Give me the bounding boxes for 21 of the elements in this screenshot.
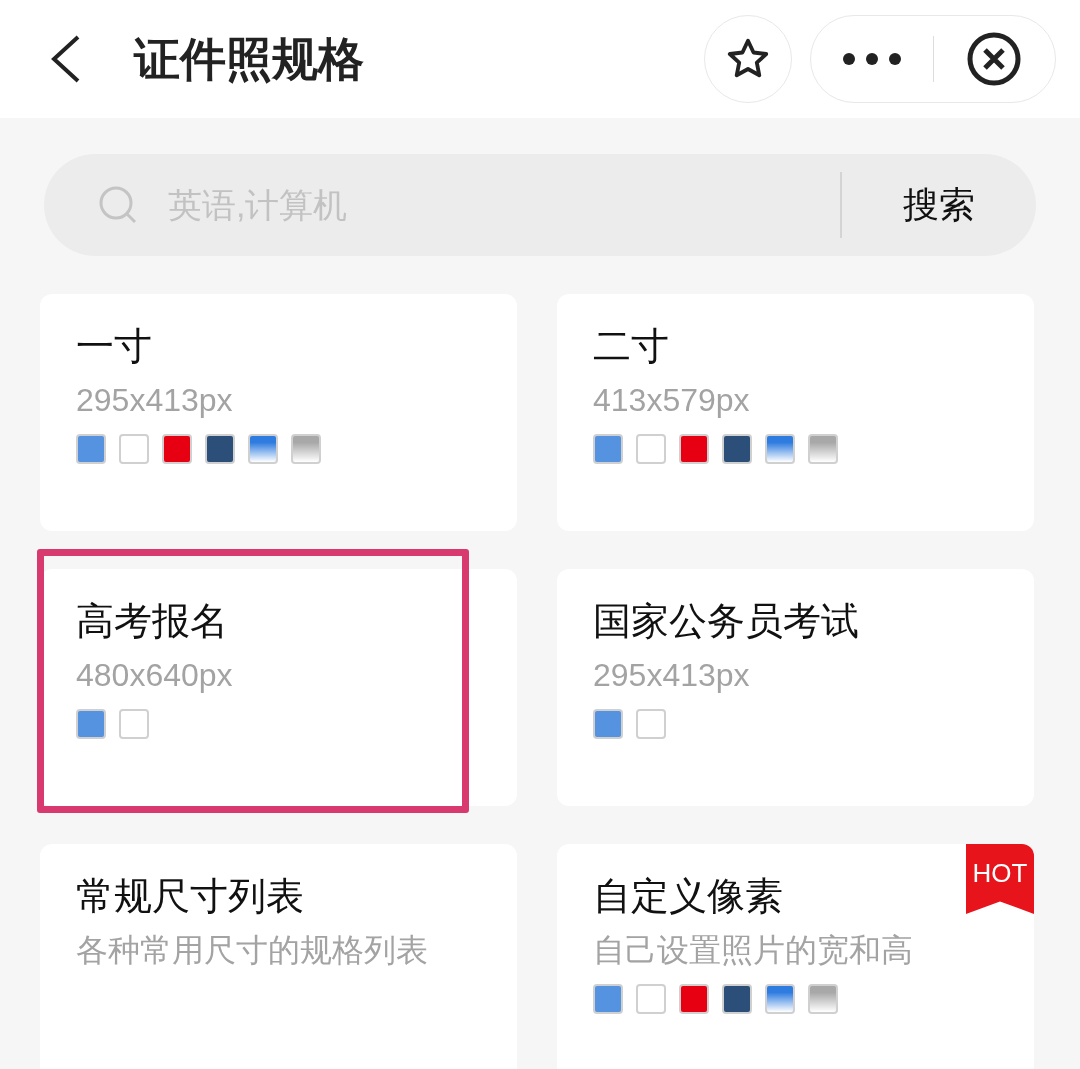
card-subtitle: 480x640px bbox=[76, 656, 234, 695]
page-title: 证件照规格 bbox=[134, 31, 364, 87]
card-subtitle: 自己设置照片的宽和高 bbox=[593, 931, 914, 970]
card-title: 常规尺寸列表 bbox=[76, 874, 305, 919]
card-subtitle: 295x413px bbox=[593, 656, 751, 695]
card-subtitle: 295x413px bbox=[76, 381, 234, 420]
search-button[interactable]: 搜索 bbox=[842, 178, 1036, 232]
size-card[interactable]: 二寸 413x579px bbox=[557, 294, 1034, 531]
card-subtitle: 各种常用尺寸的规格列表 bbox=[76, 931, 429, 970]
hot-ribbon: HOT bbox=[966, 844, 1034, 914]
card-title: 高考报名 bbox=[76, 599, 229, 644]
close-icon bbox=[966, 31, 1023, 87]
card-subtitle: 413x579px bbox=[593, 381, 751, 420]
more-icon bbox=[841, 52, 902, 66]
size-card[interactable]: 常规尺寸列表 各种常用尺寸的规格列表 bbox=[40, 844, 517, 1069]
size-card[interactable]: 国家公务员考试 295x413px bbox=[557, 569, 1034, 806]
card-title: 国家公务员考试 bbox=[593, 599, 860, 644]
card-title: 一寸 bbox=[76, 324, 153, 369]
card-title: 二寸 bbox=[593, 324, 670, 369]
size-card[interactable]: 一寸 295x413px bbox=[40, 294, 517, 531]
search-icon bbox=[98, 185, 138, 225]
